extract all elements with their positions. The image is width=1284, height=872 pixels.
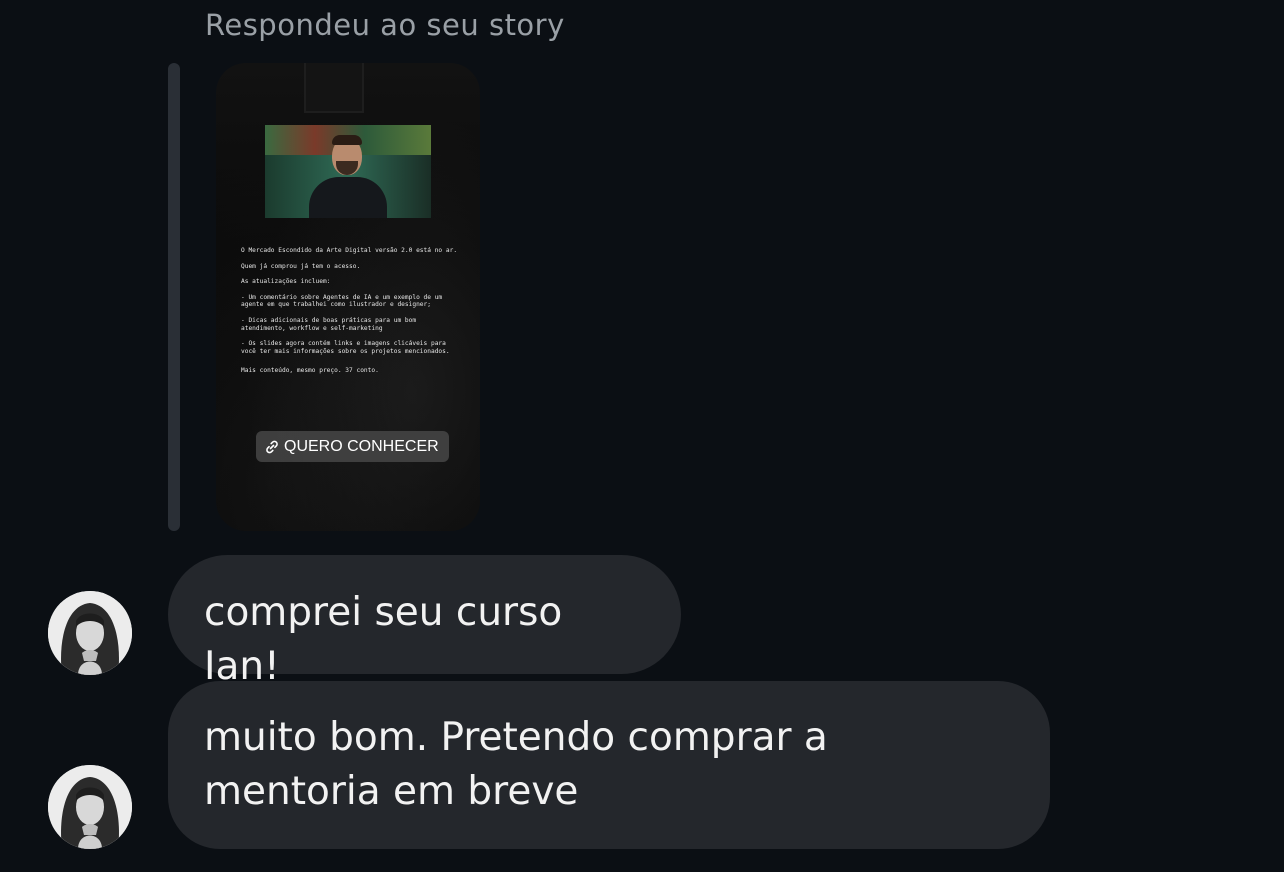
reply-quote-bar	[168, 63, 180, 531]
chat-screen: Respondeu ao seu story O Mercado Escondi…	[0, 0, 1284, 872]
message-text: muito bom. Pretendo comprar a mentoria e…	[204, 715, 828, 814]
story-line: Mais conteúdo, mesmo preço. 37 conto.	[241, 367, 379, 375]
story-reply-header: Respondeu ao seu story	[205, 8, 565, 42]
message-text: comprei seu curso Ian!	[204, 590, 563, 689]
story-line: - Os slides agora contém links e imagens…	[241, 340, 450, 355]
story-wall-frame	[304, 63, 364, 113]
message-bubble[interactable]: muito bom. Pretendo comprar a mentoria e…	[168, 681, 1050, 849]
story-line: - Um comentário sobre Agentes de IA e um…	[241, 293, 443, 309]
story-line: As atualizações incluem:	[241, 278, 331, 286]
story-line: Quem já comprou já tem o acesso.	[241, 262, 361, 270]
message-bubble[interactable]: comprei seu curso Ian!	[168, 555, 681, 689]
story-text-block: O Mercado Escondido da Arte Digital vers…	[241, 247, 459, 383]
story-link-label: QUERO CONHECER	[284, 437, 439, 455]
user-avatar[interactable]	[48, 765, 132, 849]
story-preview-card[interactable]: O Mercado Escondido da Arte Digital vers…	[216, 63, 480, 531]
story-link-sticker[interactable]: QUERO CONHECER	[256, 431, 449, 462]
link-icon	[264, 439, 280, 455]
user-avatar[interactable]	[48, 591, 132, 675]
story-line: O Mercado Escondido da Arte Digital vers…	[241, 247, 458, 254]
story-photo	[265, 125, 431, 218]
story-line: - Dicas adicionais de boas práticas para…	[241, 316, 417, 332]
